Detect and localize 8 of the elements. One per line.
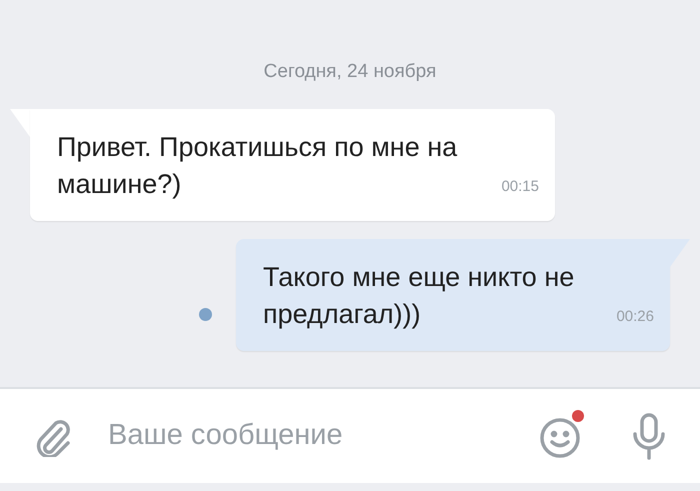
message-field[interactable]: Ваше сообщение [108,414,538,458]
date-divider: Сегодня, 24 ноября [264,60,436,84]
message-time: 00:15 [501,177,539,197]
message-text: Такого мне еще никто не предлагал))) [263,260,576,331]
microphone-icon[interactable] [632,412,666,460]
message-text: Привет. Прокатишься по мне на машине?) [57,130,458,201]
message-composer[interactable]: Ваше сообщение [0,387,700,483]
message-time: 00:26 [616,307,654,327]
